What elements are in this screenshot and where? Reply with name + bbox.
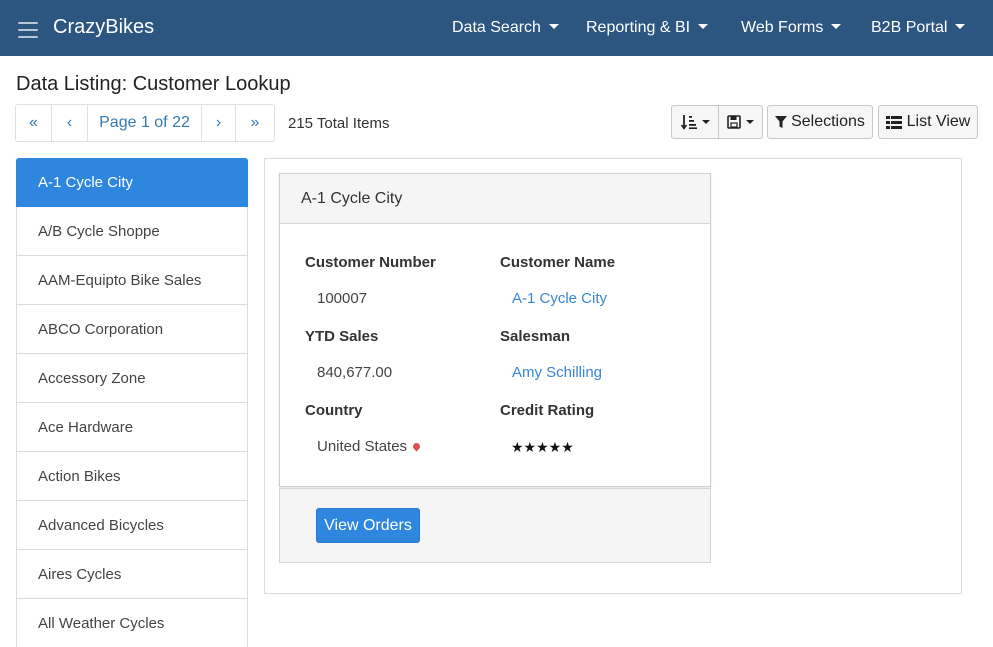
selections-button[interactable]: Selections [767,105,873,139]
customer-number-value: 100007 [317,290,368,307]
first-page-button[interactable]: « [16,105,52,141]
credit-rating-stars: ★★★★★ [511,439,574,455]
sort-icon [680,115,697,130]
customer-list-item[interactable]: All Weather Cycles [16,599,248,647]
nav-menu-data-search[interactable]: Data Search [452,19,559,37]
nav-menu-label: Data Search [452,19,541,36]
customer-list-item[interactable]: Accessory Zone [16,354,248,403]
customer-card-header: A-1 Cycle City [280,174,710,224]
selections-label: Selections [791,113,865,130]
map-pin-icon[interactable] [411,441,422,451]
customer-number-label: Customer Number [305,254,436,271]
sort-button[interactable] [671,105,719,139]
nav-menu-label: Web Forms [741,19,824,36]
brand-logo-text[interactable]: CrazyBikes [53,16,154,39]
list-icon [885,115,902,129]
customer-list-item[interactable]: Advanced Bicycles [16,501,248,550]
prev-page-button[interactable]: ‹ [52,105,88,141]
top-navbar: CrazyBikes Data Search Reporting & BI We… [0,0,993,56]
save-icon [727,115,741,129]
customer-list-item[interactable]: A/B Cycle Shoppe [16,207,248,256]
save-button[interactable] [719,105,763,139]
customer-list-item[interactable]: AAM-Equipto Bike Sales [16,256,248,305]
next-page-button[interactable]: › [202,105,236,141]
nav-menu-label: Reporting & BI [586,19,691,36]
nav-menu-b2b-portal[interactable]: B2B Portal [871,19,966,37]
hamburger-menu-icon[interactable] [18,22,38,38]
salesman-label: Salesman [500,328,571,345]
ytd-sales-value: 840,677.00 [317,364,393,381]
caret-down-icon [698,24,709,30]
view-orders-button[interactable]: View Orders [316,508,420,543]
pagination: « ‹ Page 1 of 22 › » [15,104,275,142]
customer-list-item[interactable]: ABCO Corporation [16,305,248,354]
nav-menu-web-forms[interactable]: Web Forms [741,19,842,37]
customer-name-label: Customer Name [500,254,616,271]
filter-icon [775,115,788,128]
salesman-link[interactable]: Amy Schilling [512,364,602,381]
caret-down-icon [831,24,842,30]
customer-name-link[interactable]: A-1 Cycle City [512,290,607,307]
country-value: United States [317,438,422,455]
list-view-button[interactable]: List View [878,105,978,139]
last-page-button[interactable]: » [236,105,274,141]
ytd-sales-label: YTD Sales [305,328,379,345]
customer-list-item[interactable]: Aires Cycles [16,550,248,599]
customer-list-item[interactable]: Ace Hardware [16,403,248,452]
caret-down-icon [701,120,710,124]
customer-list-item[interactable]: Action Bikes [16,452,248,501]
total-items-count: 215 Total Items [288,115,390,132]
caret-down-icon [955,24,966,30]
country-text: United States [317,438,408,455]
customer-list: A-1 Cycle City A/B Cycle Shoppe AAM-Equi… [16,158,248,647]
page-indicator[interactable]: Page 1 of 22 [88,105,202,141]
list-view-label: List View [906,113,971,130]
country-label: Country [305,402,363,419]
nav-menu-reporting[interactable]: Reporting & BI [586,19,709,37]
caret-down-icon [548,24,559,30]
customer-list-item[interactable]: A-1 Cycle City [16,158,248,207]
nav-menu-label: B2B Portal [871,19,948,36]
caret-down-icon [746,120,754,124]
page-title: Data Listing: Customer Lookup [16,73,291,95]
credit-rating-label: Credit Rating [500,402,595,419]
